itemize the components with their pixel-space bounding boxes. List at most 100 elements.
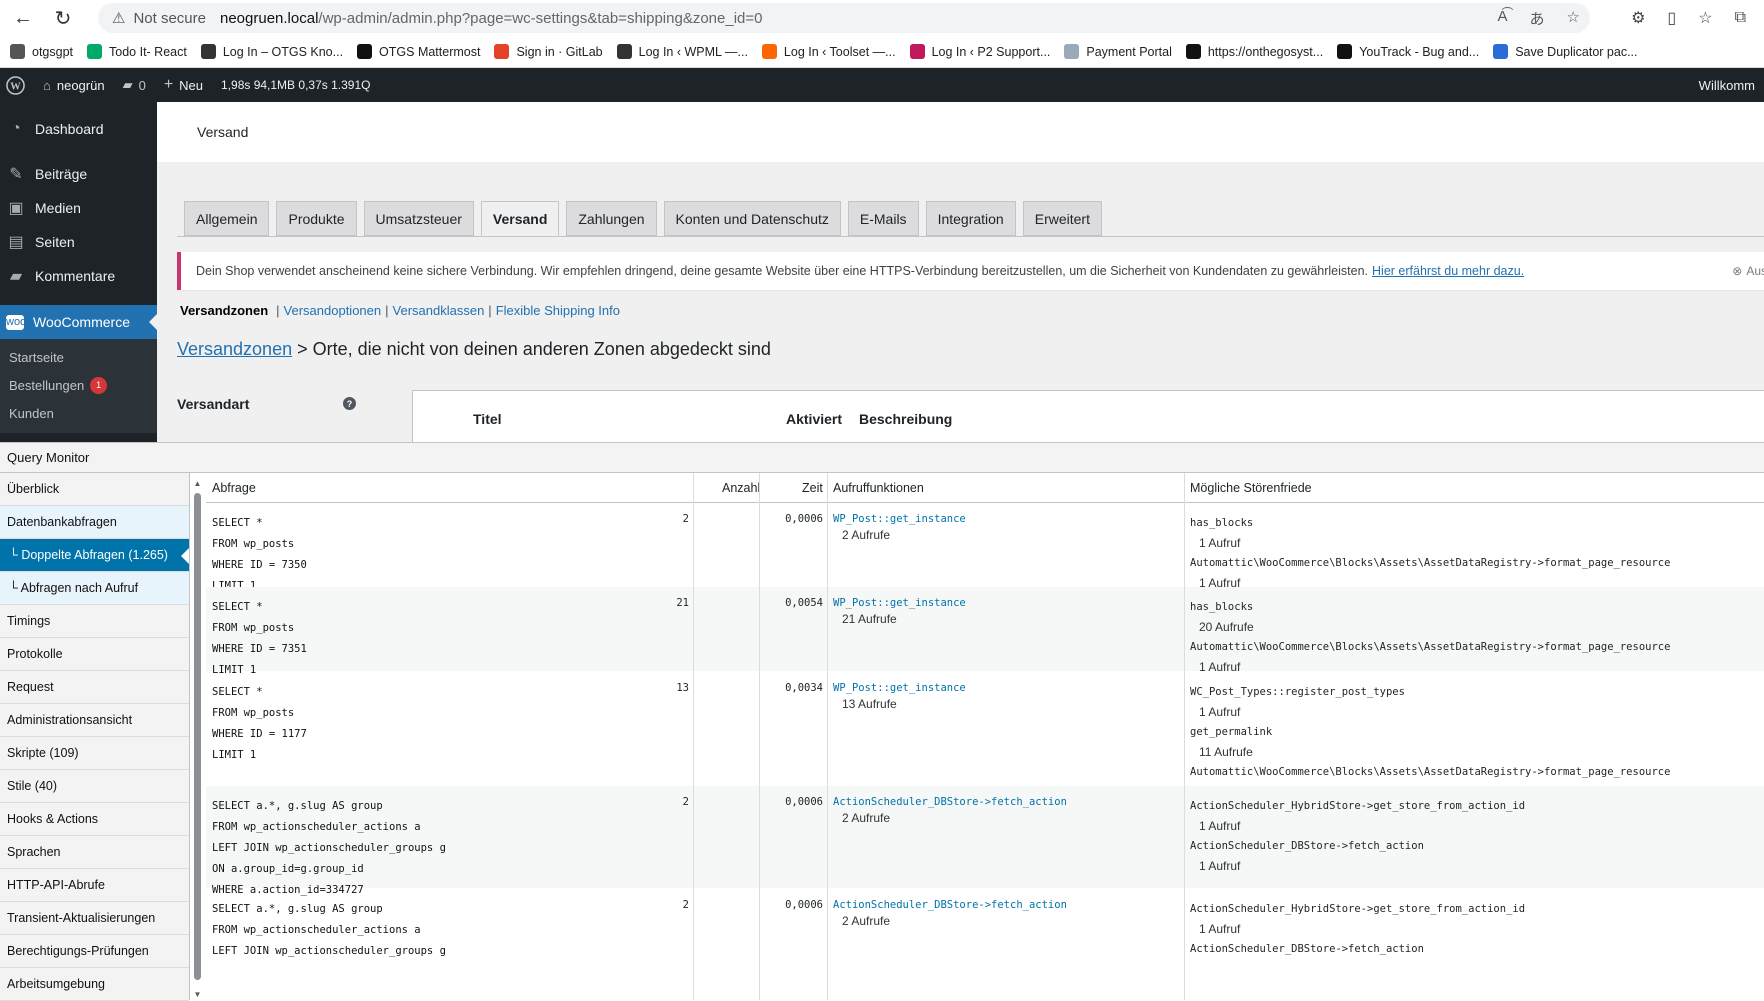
- submenu-item-orders[interactable]: Bestellungen 1: [0, 371, 157, 399]
- notice-learn-more-link[interactable]: Hier erfährst du mehr dazu.: [1372, 264, 1524, 278]
- tab-erweitert[interactable]: Erweitert: [1022, 201, 1102, 236]
- reload-icon[interactable]: ↻: [46, 1, 80, 35]
- tab-zahlungen[interactable]: Zahlungen: [566, 201, 657, 236]
- qm-nav-item[interactable]: Hooks & Actions: [0, 803, 189, 836]
- subnav-options[interactable]: Versandoptionen: [284, 303, 382, 318]
- bookmark-item[interactable]: Save Duplicator pac...: [1493, 44, 1638, 59]
- qm-title: Query Monitor: [7, 450, 90, 465]
- sql-line: FROM wp_posts: [212, 538, 295, 550]
- query-time: 0,0054: [785, 597, 823, 609]
- scroll-up-icon[interactable]: ▲: [193, 479, 202, 489]
- component-name: Automattic\WooCommerce\Blocks\Assets\Ass…: [1190, 557, 1671, 569]
- qm-nav-item[interactable]: Berechtigungs-Prüfungen: [0, 935, 189, 968]
- qm-nav-item[interactable]: Timings: [0, 605, 189, 638]
- header-callers[interactable]: Aufruffunktionen: [833, 481, 924, 495]
- scroll-thumb[interactable]: [194, 493, 201, 980]
- sidebar-item-posts[interactable]: ✎ Beiträge: [0, 157, 157, 191]
- submenu-item-customers[interactable]: Kunden: [0, 399, 157, 427]
- favorite-star-icon[interactable]: ☆: [1567, 8, 1580, 29]
- qm-nav-item[interactable]: Überblick: [0, 473, 189, 506]
- sidebar-item-pages[interactable]: ▤ Seiten: [0, 225, 157, 259]
- qm-nav-item[interactable]: Request: [0, 671, 189, 704]
- translate-icon[interactable]: あ: [1530, 8, 1545, 29]
- bookmark-item[interactable]: Log In ‹ Toolset —...: [761, 44, 896, 59]
- qm-nav-item[interactable]: └ Doppelte Abfragen (1.265): [0, 539, 189, 572]
- sql-line: LEFT JOIN wp_actionscheduler_groups g: [212, 842, 446, 854]
- qm-nav-item[interactable]: Skripte (109): [0, 737, 189, 770]
- sql-line: FROM wp_actionscheduler_actions a: [212, 924, 421, 936]
- sidebar-item-woocommerce[interactable]: woo WooCommerce: [0, 305, 157, 339]
- sidebar-item-media[interactable]: ▣ Medien: [0, 191, 157, 225]
- bookmark-item[interactable]: Log In – OTGS Kno...: [200, 44, 343, 59]
- query-caller: WP_Post::get_instance 13 Aufrufe: [833, 682, 966, 714]
- component-name: ActionScheduler_DBStore->fetch_action: [1190, 943, 1424, 955]
- tab-allgemein[interactable]: Allgemein: [184, 201, 270, 236]
- query-monitor-panel: Query Monitor Überblick Datenbankabfragen…: [0, 442, 1764, 1001]
- caller-count: 2 Aufrufe: [842, 528, 891, 542]
- address-bar[interactable]: ⚠ Not secure neogruen.local/wp-admin/adm…: [98, 3, 1590, 33]
- help-icon[interactable]: ?: [343, 397, 356, 410]
- tab-integration[interactable]: Integration: [925, 201, 1016, 236]
- query-monitor-stats[interactable]: 1,98s 94,1MB 0,37s 1.391Q: [212, 78, 379, 92]
- dismiss-button[interactable]: ⊗Aus: [1732, 264, 1764, 278]
- caller-function-link[interactable]: WP_Post::get_instance: [833, 682, 966, 694]
- qm-nav-item[interactable]: Arbeitsumgebung: [0, 968, 189, 1001]
- header-components[interactable]: Mögliche Störenfriede: [1190, 481, 1312, 495]
- sidebar-item-dashboard[interactable]: ◔ Dashboard: [0, 112, 157, 146]
- header-count[interactable]: Anzahl: [722, 481, 760, 495]
- bookmark-item[interactable]: Log In ‹ WPML —...: [616, 44, 748, 59]
- bookmark-label: Log In ‹ WPML —...: [638, 44, 748, 59]
- submenu-item-home[interactable]: Startseite: [0, 343, 157, 371]
- bookmark-item[interactable]: YouTrack - Bug and...: [1337, 44, 1479, 59]
- tab-e-mails[interactable]: E-Mails: [847, 201, 919, 236]
- tab-konten-und-datenschutz[interactable]: Konten und Datenschutz: [663, 201, 841, 236]
- qm-nav-item[interactable]: Stile (40): [0, 770, 189, 803]
- bookmark-item[interactable]: Sign in · GitLab: [494, 44, 603, 59]
- caller-function-link[interactable]: ActionScheduler_DBStore->fetch_action: [833, 796, 1067, 808]
- caller-function-link[interactable]: WP_Post::get_instance: [833, 513, 966, 525]
- caller-function-link[interactable]: WP_Post::get_instance: [833, 597, 966, 609]
- bookmark-item[interactable]: Payment Portal: [1064, 44, 1172, 59]
- qm-nav-item[interactable]: Administrationsansicht: [0, 704, 189, 737]
- caller-function-link[interactable]: ActionScheduler_DBStore->fetch_action: [833, 899, 1067, 911]
- subnav-classes[interactable]: Versandklassen: [393, 303, 485, 318]
- site-name-link[interactable]: ⌂ neogrün: [34, 78, 114, 93]
- comments-link[interactable]: ▰ 0: [114, 77, 155, 93]
- component-name: has_blocks: [1190, 601, 1254, 613]
- wp-logo-icon[interactable]: W: [0, 75, 34, 95]
- read-aloud-icon[interactable]: A͡: [1498, 8, 1508, 29]
- account-menu[interactable]: Willkomm: [1690, 78, 1764, 93]
- header-query[interactable]: Abfrage: [212, 481, 256, 495]
- query-time: 0,0006: [785, 796, 823, 808]
- sidebar-item-label: Kommentare: [35, 268, 116, 284]
- tab-produkte[interactable]: Produkte: [276, 201, 357, 236]
- url-path: /wp-admin/admin.php?page=wc-settings&tab…: [318, 9, 763, 27]
- qm-scrollbar[interactable]: ▲ ▼: [193, 479, 202, 1000]
- header-time[interactable]: Zeit: [802, 481, 823, 495]
- qm-nav-item[interactable]: Transient-Aktualisierungen: [0, 902, 189, 935]
- sidebar-item-comments[interactable]: ▰ Kommentare: [0, 259, 157, 293]
- bookmark-item[interactable]: otgsgpt: [10, 44, 73, 59]
- bookmark-label: OTGS Mattermost: [379, 44, 481, 59]
- bookmark-item[interactable]: Log In ‹ P2 Support...: [909, 44, 1050, 59]
- bookmark-item[interactable]: https://onthegosyst...: [1185, 44, 1323, 59]
- subnav-flexible-shipping[interactable]: Flexible Shipping Info: [496, 303, 620, 318]
- new-content-link[interactable]: + Neu: [155, 76, 212, 94]
- bookmark-item[interactable]: Todo It- React: [87, 44, 187, 59]
- qm-nav-item[interactable]: └ Abfragen nach Aufruf: [0, 572, 189, 605]
- subnav-zones[interactable]: Versandzonen: [180, 303, 268, 318]
- back-icon[interactable]: ←: [6, 1, 40, 35]
- qm-nav-item[interactable]: HTTP-API-Abrufe: [0, 869, 189, 902]
- qm-nav-item[interactable]: Protokolle: [0, 638, 189, 671]
- favorites-icon[interactable]: ☆: [1698, 8, 1712, 28]
- query-sql: SELECT a.*, g.slug AS group FROM wp_actio…: [212, 899, 446, 962]
- bookmark-item[interactable]: OTGS Mattermost: [357, 44, 480, 59]
- split-screen-icon[interactable]: ▯: [1667, 8, 1676, 28]
- qm-nav-item[interactable]: Datenbankabfragen: [0, 506, 189, 539]
- collections-icon[interactable]: ⧉: [1735, 9, 1746, 27]
- tab-versand[interactable]: Versand: [480, 201, 560, 236]
- zones-breadcrumb-link[interactable]: Versandzonen: [177, 339, 292, 359]
- qm-nav-item[interactable]: Sprachen: [0, 836, 189, 869]
- tab-umsatzsteuer[interactable]: Umsatzsteuer: [363, 201, 474, 236]
- extensions-icon[interactable]: ⚙: [1631, 8, 1645, 28]
